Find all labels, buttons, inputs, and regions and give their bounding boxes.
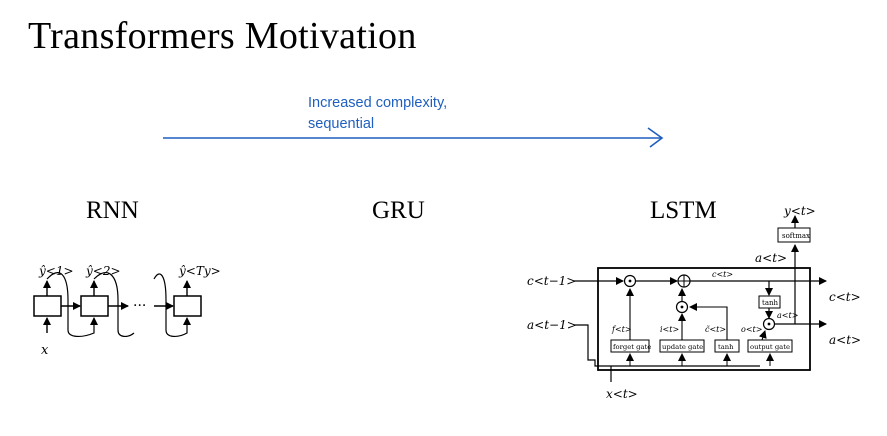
svg-text:softmax: softmax [782, 232, 810, 240]
rnn-cell-2 [80, 295, 109, 317]
rnn-diagram: ··· x ŷ<1> ŷ<2> ŷ<Ty> [33, 264, 221, 358]
complexity-arrow [163, 127, 664, 148]
lstm-a-prev-label: a<t−1> [527, 318, 577, 332]
rnn-output-1: ŷ<1> [38, 264, 74, 278]
lstm-c-inner-label: c<t> [712, 270, 733, 279]
rnn-output-2: ŷ<2> [85, 264, 121, 278]
lstm-diagram: c<t−1> c<t> c<t> tanh a<t> a<t> a<t> sof… [527, 204, 861, 401]
svg-text:output gate: output gate [750, 343, 790, 351]
lstm-c-prev-label: c<t−1> [527, 274, 576, 288]
lstm-a-top-label: a<t> [755, 251, 787, 265]
rnn-cell-3 [173, 295, 202, 317]
rnn-ellipsis: ··· [133, 298, 146, 314]
svg-text:update gate: update gate [662, 343, 703, 351]
gate-i-label: i<t> [660, 325, 679, 334]
rnn-cell-1 [33, 295, 62, 317]
lstm-x-label: x<t> [606, 387, 638, 401]
svg-text:tanh: tanh [718, 343, 734, 351]
rnn-input-x: x [41, 343, 49, 358]
svg-text:forget gate: forget gate [613, 343, 651, 351]
gate-o-label: o<t> [741, 325, 762, 334]
lstm-c-out-label: c<t> [829, 290, 861, 304]
lstm-a-out-label: a<t> [829, 333, 861, 347]
gate-c-tilde-label: c̃<t> [705, 325, 726, 334]
gate-f-label: f<t> [611, 325, 632, 334]
svg-text:tanh: tanh [762, 299, 778, 307]
diagram-canvas: ··· x ŷ<1> ŷ<2> ŷ<Ty> c<t−1> c<t> c<t> t… [33, 127, 861, 401]
rnn-output-ty: ŷ<Ty> [178, 264, 221, 278]
lstm-y-label: y<t> [783, 204, 816, 218]
